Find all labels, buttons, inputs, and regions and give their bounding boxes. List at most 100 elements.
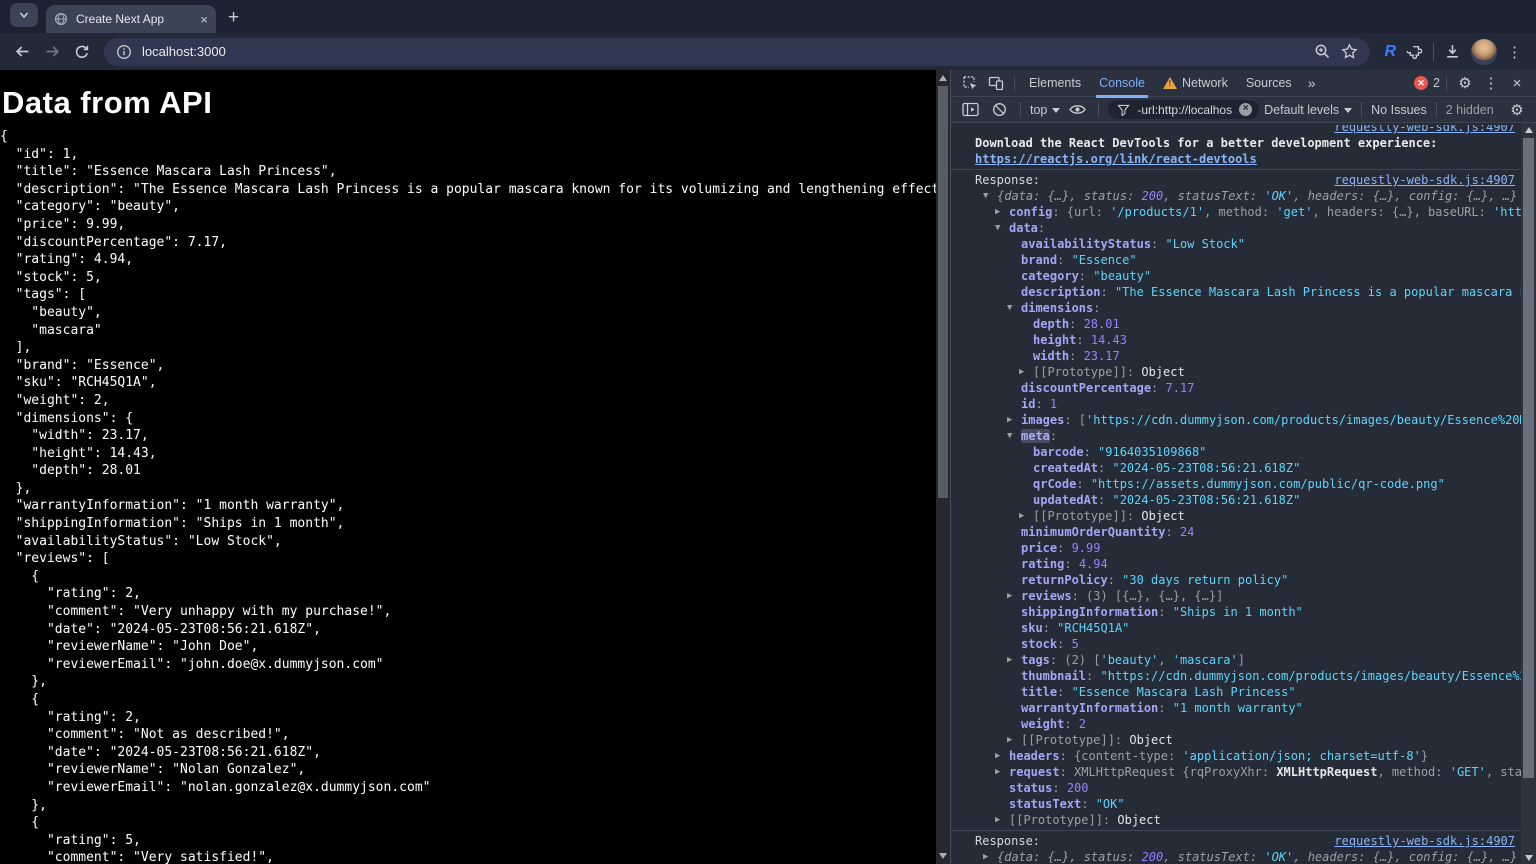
zoom-icon[interactable] xyxy=(1314,43,1331,60)
scroll-down-button[interactable] xyxy=(936,848,950,864)
console-message-row: price: 9.99 xyxy=(951,540,1521,556)
forward-button[interactable] xyxy=(38,38,66,66)
expand-arrow-icon[interactable] xyxy=(1007,732,1012,748)
scroll-up-button[interactable] xyxy=(936,70,950,86)
console-tree-row[interactable]: [[Prototype]]: Object xyxy=(951,508,1521,524)
console-scrollbar-thumb[interactable] xyxy=(1523,138,1534,778)
expand-arrow-icon[interactable] xyxy=(983,849,988,864)
expand-arrow-icon[interactable] xyxy=(1007,412,1012,428)
profile-avatar[interactable] xyxy=(1471,38,1497,65)
collapse-arrow-icon[interactable] xyxy=(995,220,1000,236)
context-selector[interactable]: top xyxy=(1030,103,1061,117)
devtools-close-icon[interactable]: × xyxy=(1505,72,1529,94)
expand-arrow-icon[interactable] xyxy=(1007,652,1012,668)
console-tree-row[interactable]: {data: {…}, status: 200, statusText: 'OK… xyxy=(951,188,1521,204)
console-text: : xyxy=(1158,701,1173,715)
browser-menu-icon[interactable]: ⋮ xyxy=(1507,43,1522,61)
site-info-icon[interactable] xyxy=(116,44,132,60)
clear-filter-icon[interactable]: × xyxy=(1239,103,1253,116)
expand-arrow-icon[interactable] xyxy=(1019,364,1024,380)
console-text: , headers: {…}, config: {…}, …} xyxy=(1293,850,1518,864)
source-location-link[interactable]: requestly-web-sdk.js:4907 xyxy=(1334,125,1515,135)
console-text: images xyxy=(1021,413,1065,427)
tab-title: Create Next App xyxy=(76,12,165,26)
console-text: 'beauty' xyxy=(1100,653,1159,667)
console-tree-row[interactable]: [[Prototype]]: Object xyxy=(951,364,1521,380)
live-expression-eye-icon[interactable] xyxy=(1065,99,1089,121)
console-text: "1 month warranty" xyxy=(1172,701,1303,715)
levels-label: Default levels xyxy=(1264,102,1340,117)
issues-counter[interactable]: No Issues xyxy=(1371,103,1427,117)
requestly-extension-icon[interactable]: R xyxy=(1384,43,1396,61)
console-text: 4.94 xyxy=(1078,557,1108,571)
scroll-down-button[interactable] xyxy=(1522,851,1536,864)
devtools-menu-icon[interactable]: ⋮ xyxy=(1479,72,1503,94)
url-text[interactable]: localhost:3000 xyxy=(142,44,1304,59)
downloads-icon[interactable] xyxy=(1444,43,1461,60)
new-tab-button[interactable]: + xyxy=(228,8,239,27)
json-line: "reviewerName": "John Doe", xyxy=(0,639,259,655)
collapse-arrow-icon[interactable] xyxy=(1007,428,1012,444)
devtools-settings-icon[interactable]: ⚙ xyxy=(1453,72,1477,94)
console-text: : {content-type: xyxy=(1059,749,1183,763)
expand-arrow-icon[interactable] xyxy=(1007,588,1012,604)
console-tree-row[interactable]: reviews: (3) [{…}, {…}, {…}] xyxy=(951,588,1521,604)
console-text: , method: xyxy=(1204,205,1277,219)
source-location-link[interactable]: requestly-web-sdk.js:4907 xyxy=(1334,172,1515,188)
device-toolbar-icon[interactable] xyxy=(984,72,1008,94)
tab-search-button[interactable] xyxy=(10,2,38,27)
back-button[interactable] xyxy=(8,38,36,66)
tab-network[interactable]: Network xyxy=(1155,70,1236,97)
log-levels-dropdown[interactable]: Default levels xyxy=(1264,102,1353,117)
inspect-element-icon[interactable] xyxy=(958,72,982,94)
console-tree-row[interactable]: [[Prototype]]: Object xyxy=(951,812,1521,828)
tab-close-button[interactable]: × xyxy=(200,13,208,26)
expand-arrow-icon[interactable] xyxy=(995,764,1000,780)
console-text: 'application/json; charset=utf-8' xyxy=(1182,749,1421,763)
source-location-link[interactable]: requestly-web-sdk.js:4907 xyxy=(1334,833,1515,849)
console-settings-icon[interactable]: ⚙ xyxy=(1505,99,1529,121)
tab-console[interactable]: Console xyxy=(1091,70,1153,98)
browser-tab[interactable]: Create Next App × xyxy=(46,5,216,33)
page-scrollbar[interactable] xyxy=(936,70,950,864)
filter-funnel-icon xyxy=(1117,104,1131,116)
console-link[interactable]: https://reactjs.org/link/react-devtools xyxy=(975,152,1257,166)
clear-console-icon[interactable] xyxy=(987,99,1011,121)
extensions-puzzle-icon[interactable] xyxy=(1406,43,1423,60)
page-scrollbar-thumb[interactable] xyxy=(938,86,948,498)
console-sidebar-icon[interactable] xyxy=(958,99,982,121)
error-count-badge[interactable]: ✕ 2 xyxy=(1414,76,1440,90)
console-tree-row[interactable]: headers: {content-type: 'application/jso… xyxy=(951,748,1521,764)
more-tabs-button[interactable]: » xyxy=(1302,70,1322,97)
console-tree-row[interactable]: config: {url: '/products/1', method: 'ge… xyxy=(951,204,1521,220)
collapse-arrow-icon[interactable] xyxy=(983,188,988,204)
tab-elements[interactable]: Elements xyxy=(1021,70,1089,97)
bookmark-star-icon[interactable] xyxy=(1341,43,1359,60)
expand-arrow-icon[interactable] xyxy=(995,812,1000,828)
console-text: , headers: {…}, baseURL: xyxy=(1312,205,1494,219)
console-tree-row[interactable]: [[Prototype]]: Object xyxy=(951,732,1521,748)
expand-arrow-icon[interactable] xyxy=(995,204,1000,220)
reload-button[interactable] xyxy=(68,38,96,66)
console-tree-row[interactable]: dimensions: xyxy=(951,300,1521,316)
collapse-arrow-icon[interactable] xyxy=(1007,300,1012,316)
browser-addressbar: localhost:3000 R ⋮ xyxy=(0,33,1536,70)
hidden-messages-count[interactable]: 2 hidden xyxy=(1446,103,1494,117)
json-line: "beauty", xyxy=(0,304,102,320)
console-tree-row[interactable]: data: xyxy=(951,220,1521,236)
expand-arrow-icon[interactable] xyxy=(1019,508,1024,524)
console-tree-row[interactable]: tags: (2) ['beauty', 'mascara'] xyxy=(951,652,1521,668)
console-tree-row[interactable]: {data: {…}, status: 200, statusText: 'OK… xyxy=(951,849,1521,864)
scroll-up-button[interactable] xyxy=(1522,123,1536,136)
console-text: '/products/1' xyxy=(1110,205,1205,219)
console-text: , headers: {…}, config: {…}, …} xyxy=(1293,189,1521,203)
console-tree-row[interactable]: meta: xyxy=(951,428,1521,444)
expand-arrow-icon[interactable] xyxy=(995,748,1000,764)
console-tree-row[interactable]: images: ['https://cdn.dummyjson.com/prod… xyxy=(951,412,1521,428)
console-filter-input[interactable]: -url:http://localhos × xyxy=(1108,100,1260,119)
console-tree-row[interactable]: request: XMLHttpRequest {rqProxyXhr: XML… xyxy=(951,764,1521,780)
console-scrollbar[interactable] xyxy=(1521,123,1536,864)
tab-sources[interactable]: Sources xyxy=(1238,70,1300,97)
console-text: barcode xyxy=(1033,445,1084,459)
url-bar[interactable]: localhost:3000 xyxy=(104,37,1371,66)
